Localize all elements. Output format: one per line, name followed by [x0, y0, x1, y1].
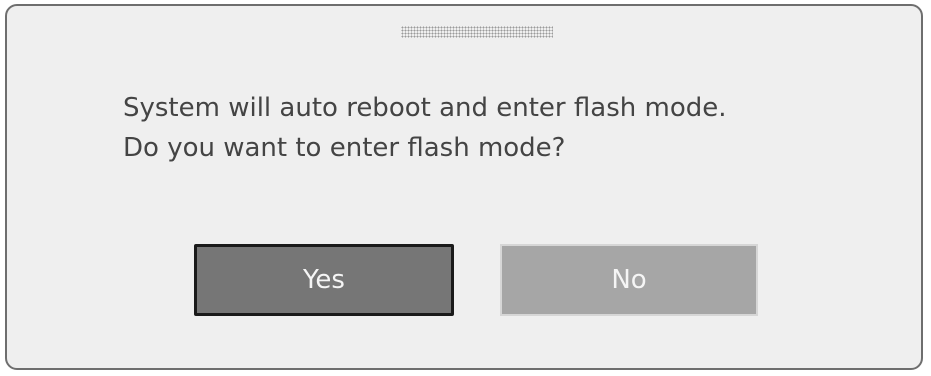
- message-line-2: Do you want to enter flash mode?: [123, 133, 566, 163]
- yes-button[interactable]: Yes: [194, 244, 454, 316]
- dialog-message: System will auto reboot and enter flash …: [123, 88, 726, 168]
- message-line-1: System will auto reboot and enter flash …: [123, 93, 727, 123]
- no-button[interactable]: No: [500, 244, 758, 316]
- drag-handle-grip[interactable]: [401, 26, 553, 38]
- flash-mode-dialog: System will auto reboot and enter flash …: [5, 4, 923, 370]
